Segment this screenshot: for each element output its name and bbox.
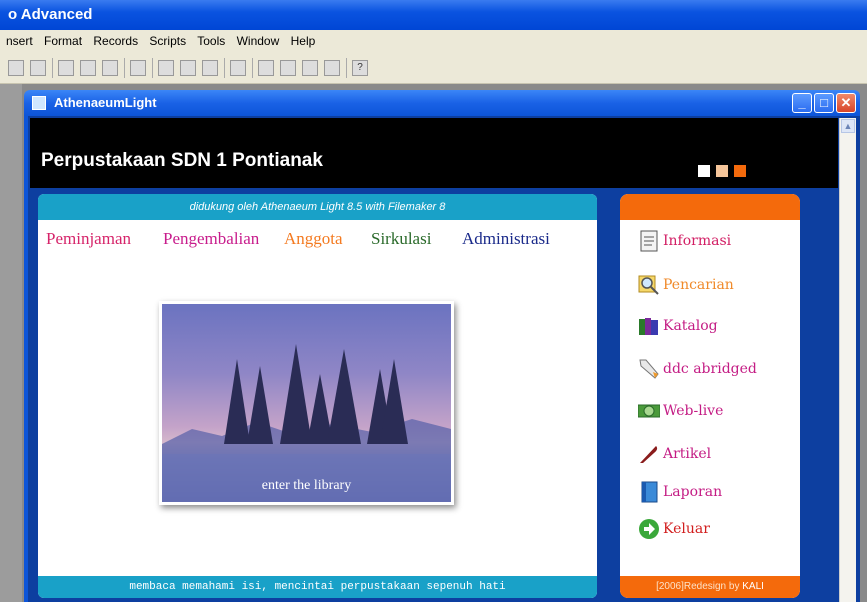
page-title: Perpustakaan SDN 1 Pontianak [41, 150, 323, 171]
toolbar-divider [346, 57, 347, 78]
sidebar-item-laporan[interactable]: Laporan [638, 479, 722, 505]
header-square-2 [716, 165, 728, 177]
menu-insert[interactable]: nsert [6, 34, 33, 48]
send-mail-icon[interactable] [302, 59, 318, 76]
undo-icon[interactable] [130, 59, 146, 76]
magnifier-icon [638, 275, 659, 295]
script-icon[interactable] [280, 59, 296, 76]
close-button[interactable]: ✕ [836, 93, 856, 113]
new-record-icon[interactable] [158, 59, 174, 76]
toolbar-divider [52, 57, 53, 78]
nav-peminjaman[interactable]: Peminjaman [46, 229, 131, 249]
find-icon[interactable] [258, 59, 274, 76]
sidebar-item-katalog[interactable]: Katalog [638, 313, 718, 339]
globe-icon [638, 404, 660, 418]
sidebar-item-label: Keluar [663, 521, 710, 537]
minimize-button[interactable]: _ [792, 93, 812, 113]
toolbar-divider [124, 57, 125, 78]
trees-silhouette-icon [162, 344, 451, 502]
tagline: didukung oleh Athenaeum Light 8.5 with F… [38, 194, 597, 220]
menu-tools[interactable]: Tools [197, 34, 225, 48]
paste-icon[interactable] [102, 59, 118, 76]
exit-arrow-icon [639, 519, 659, 539]
nav-sirkulasi[interactable]: Sirkulasi [371, 229, 431, 249]
spelling-icon[interactable] [30, 59, 46, 76]
footer-motto: membaca memahami isi, mencintai perpusta… [38, 576, 597, 598]
toolbar: ? [0, 52, 867, 84]
sidebar-item-label: Pencarian [663, 277, 734, 293]
app-title-bar: o Advanced [0, 0, 867, 30]
menu-bar: nsert Format Records Scripts Tools Windo… [0, 30, 867, 52]
menu-format[interactable]: Format [44, 34, 82, 48]
toolbar-divider [152, 57, 153, 78]
sidebar-item-ddc-abridged[interactable]: ddc abridged [638, 356, 757, 382]
document-icon [640, 230, 658, 252]
enter-library-image[interactable]: enter the library [159, 301, 454, 505]
sidebar-item-artikel[interactable]: Artikel [638, 441, 711, 467]
menu-records[interactable]: Records [93, 34, 138, 48]
print-preview-icon[interactable] [8, 59, 24, 76]
nav-anggota[interactable]: Anggota [284, 229, 343, 249]
page-header: Perpustakaan SDN 1 Pontianak [30, 118, 838, 188]
header-square-3 [734, 165, 746, 177]
sidebar-item-web-live[interactable]: Web-live [638, 398, 723, 424]
credit-name: KALI [742, 581, 764, 592]
nav-administrasi[interactable]: Administrasi [462, 229, 550, 249]
header-square-1 [698, 165, 710, 177]
vertical-scrollbar[interactable]: ▲ [839, 118, 856, 602]
toolbar-divider [252, 57, 253, 78]
help-icon[interactable]: ? [352, 59, 368, 76]
enter-library-caption: enter the library [261, 478, 352, 493]
sidebar-item-label: Informasi [663, 233, 732, 249]
copy-icon[interactable] [80, 59, 96, 76]
sort-ascending-icon[interactable] [324, 59, 340, 76]
pencil-icon [639, 359, 659, 379]
cut-icon[interactable] [58, 59, 74, 76]
scroll-up-icon[interactable]: ▲ [841, 119, 855, 133]
sidebar-item-keluar[interactable]: Keluar [638, 516, 710, 542]
maximize-button[interactable]: □ [814, 93, 834, 113]
sidebar-credit: [2006]Redesign by KALI [620, 576, 800, 598]
sidebar-item-label: Web-live [663, 403, 724, 419]
sort-icon[interactable] [230, 59, 246, 76]
sidebar-item-label: Katalog [663, 318, 718, 334]
credit-text: [2006]Redesign by [656, 581, 740, 592]
nav-pengembalian[interactable]: Pengembalian [163, 229, 259, 249]
app-window-icon [32, 96, 46, 110]
app-title: o Advanced [8, 6, 93, 23]
delete-record-icon[interactable] [202, 59, 218, 76]
binder-icon [641, 481, 658, 503]
window-title-bar[interactable]: AthenaeumLight _ □ ✕ [24, 90, 860, 116]
window-title: AthenaeumLight [54, 95, 157, 110]
sidebar-header [620, 194, 800, 220]
sidebar-item-label: Laporan [663, 484, 723, 500]
sidebar-item-informasi[interactable]: Informasi [638, 228, 731, 254]
toolbar-divider [224, 57, 225, 78]
menu-scripts[interactable]: Scripts [149, 34, 186, 48]
books-icon [639, 318, 658, 335]
left-strip [0, 84, 22, 602]
quill-icon [640, 446, 658, 463]
menu-window[interactable]: Window [237, 34, 280, 48]
sidebar-item-label: ddc abridged [663, 361, 757, 377]
sidebar-item-pencarian[interactable]: Pencarian [638, 272, 734, 298]
sidebar-item-label: Artikel [663, 446, 712, 462]
menu-help[interactable]: Help [291, 34, 316, 48]
duplicate-record-icon[interactable] [180, 59, 196, 76]
